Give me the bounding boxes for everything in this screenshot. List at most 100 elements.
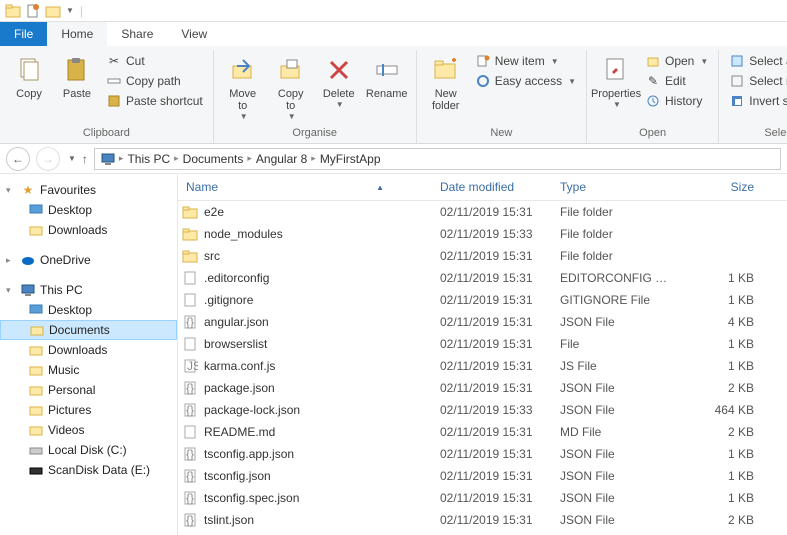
- svg-text:{}: {}: [186, 315, 194, 329]
- list-item[interactable]: {}package.json 02/11/2019 15:31 JSON Fil…: [178, 377, 787, 399]
- new-item-icon: [475, 53, 491, 69]
- chevron-right-icon[interactable]: ▸: [119, 153, 124, 164]
- breadcrumb-item[interactable]: Documents: [181, 152, 246, 166]
- list-item[interactable]: {}tsconfig.json 02/11/2019 15:31 JSON Fi…: [178, 465, 787, 487]
- tree-item[interactable]: Videos: [0, 420, 177, 440]
- list-item[interactable]: .gitignore 02/11/2019 15:31 GITIGNORE Fi…: [178, 289, 787, 311]
- list-item[interactable]: node_modules 02/11/2019 15:33 File folde…: [178, 223, 787, 245]
- move-to-button[interactable]: Move to▼: [220, 50, 266, 125]
- tree-item-downloads[interactable]: Downloads: [0, 220, 177, 240]
- back-button[interactable]: ←: [6, 147, 30, 171]
- list-item[interactable]: JSkarma.conf.js 02/11/2019 15:31 JS File…: [178, 355, 787, 377]
- rename-icon: [371, 54, 403, 86]
- folder-icon: [4, 2, 22, 20]
- select-none-button[interactable]: Select none: [725, 72, 787, 90]
- new-item-button[interactable]: New item▼: [471, 52, 580, 70]
- list-item[interactable]: browserslist 02/11/2019 15:31 File 1 KB: [178, 333, 787, 355]
- column-type[interactable]: Type: [552, 174, 682, 200]
- copy-icon: [13, 54, 45, 86]
- chevron-right-icon[interactable]: ▸: [247, 153, 252, 164]
- chevron-right-icon[interactable]: ▸: [174, 153, 179, 164]
- folder-qat-icon[interactable]: [44, 2, 62, 20]
- list-item[interactable]: {}tsconfig.spec.json 02/11/2019 15:31 JS…: [178, 487, 787, 509]
- edit-button[interactable]: ✎Edit: [641, 72, 712, 90]
- tree-thispc[interactable]: ▾This PC: [0, 280, 177, 300]
- copy-to-button[interactable]: Copy to▼: [268, 50, 314, 125]
- easy-access-icon: [475, 73, 491, 89]
- cloud-icon: [20, 252, 36, 268]
- list-item[interactable]: src 02/11/2019 15:31 File folder: [178, 245, 787, 267]
- select-all-button[interactable]: Select all: [725, 52, 787, 70]
- item-icon: [28, 402, 44, 418]
- breadcrumb-item[interactable]: MyFirstApp: [318, 152, 383, 166]
- history-button[interactable]: History: [641, 92, 712, 110]
- chevron-down-icon: ▾: [6, 285, 16, 296]
- list-item[interactable]: README.md 02/11/2019 15:31 MD File 2 KB: [178, 421, 787, 443]
- tree-item[interactable]: Documents: [0, 320, 177, 340]
- invert-selection-button[interactable]: Invert selection: [725, 92, 787, 110]
- breadcrumb-item[interactable]: This PC: [125, 152, 172, 166]
- json-icon: {}: [182, 380, 198, 396]
- item-icon: [28, 362, 44, 378]
- tree-item-desktop[interactable]: Desktop: [0, 200, 177, 220]
- path-icon: [106, 73, 122, 89]
- pc-icon: [99, 150, 117, 168]
- tree-item[interactable]: Downloads: [0, 340, 177, 360]
- svg-text:JS: JS: [187, 359, 198, 373]
- list-item[interactable]: {}package-lock.json 02/11/2019 15:33 JSO…: [178, 399, 787, 421]
- tab-home[interactable]: Home: [47, 22, 107, 46]
- open-button[interactable]: Open▼: [641, 52, 712, 70]
- tree-item[interactable]: ScanDisk Data (E:): [0, 460, 177, 480]
- item-icon: [28, 442, 44, 458]
- copy-path-button[interactable]: Copy path: [102, 72, 207, 90]
- column-size[interactable]: Size: [682, 174, 762, 200]
- chevron-down-icon: ▼: [700, 57, 708, 66]
- tree-onedrive[interactable]: ▸OneDrive: [0, 250, 177, 270]
- select-all-icon: [729, 53, 745, 69]
- chevron-down-icon: ▼: [551, 57, 559, 66]
- properties-button[interactable]: Properties▼: [593, 50, 639, 113]
- ribbon-group-open: Properties▼ Open▼ ✎Edit History Open: [587, 50, 719, 143]
- easy-access-button[interactable]: Easy access▼: [471, 72, 580, 90]
- list-item[interactable]: {}angular.json 02/11/2019 15:31 JSON Fil…: [178, 311, 787, 333]
- copy-button[interactable]: Copy: [6, 50, 52, 104]
- copy-to-icon: [275, 54, 307, 86]
- open-icon: [645, 53, 661, 69]
- tree-item[interactable]: Music: [0, 360, 177, 380]
- chevron-right-icon[interactable]: ▸: [311, 153, 316, 164]
- tab-file[interactable]: File: [0, 22, 47, 46]
- svg-text:{}: {}: [186, 403, 194, 417]
- new-folder-icon: [430, 54, 462, 86]
- list-item[interactable]: .editorconfig 02/11/2019 15:31 EDITORCON…: [178, 267, 787, 289]
- paste-button[interactable]: Paste: [54, 50, 100, 104]
- tree-favourites[interactable]: ▾★Favourites: [0, 180, 177, 200]
- file-list: Name▲ Date modified Type Size e2e 02/11/…: [178, 174, 787, 535]
- column-date[interactable]: Date modified: [432, 174, 552, 200]
- up-button[interactable]: ↑: [82, 152, 88, 166]
- tree-item[interactable]: Local Disk (C:): [0, 440, 177, 460]
- tree-item[interactable]: Personal: [0, 380, 177, 400]
- recent-locations-dropdown[interactable]: ▼: [68, 154, 76, 163]
- column-name[interactable]: Name▲: [178, 174, 432, 200]
- scissors-icon: ✂: [106, 53, 122, 69]
- tab-view[interactable]: View: [167, 22, 221, 46]
- forward-button[interactable]: →: [36, 147, 60, 171]
- delete-button[interactable]: Delete▼: [316, 50, 362, 113]
- new-folder-button[interactable]: New folder: [423, 50, 469, 116]
- cut-button[interactable]: ✂Cut: [102, 52, 207, 70]
- tree-item[interactable]: Desktop: [0, 300, 177, 320]
- list-item[interactable]: e2e 02/11/2019 15:31 File folder: [178, 201, 787, 223]
- chevron-down-icon: ▼: [240, 112, 248, 121]
- list-item[interactable]: {}tslint.json 02/11/2019 15:31 JSON File…: [178, 509, 787, 531]
- json-icon: {}: [182, 468, 198, 484]
- breadcrumb[interactable]: ▸ This PC ▸ Documents ▸ Angular 8 ▸ MyFi…: [94, 148, 781, 170]
- rename-button[interactable]: Rename: [364, 50, 410, 104]
- chevron-down-icon[interactable]: ▼: [66, 6, 74, 15]
- list-item[interactable]: {}tsconfig.app.json 02/11/2019 15:31 JSO…: [178, 443, 787, 465]
- new-file-icon[interactable]: [24, 2, 42, 20]
- file-icon: [182, 270, 198, 286]
- tree-item[interactable]: Pictures: [0, 400, 177, 420]
- tab-share[interactable]: Share: [107, 22, 167, 46]
- breadcrumb-item[interactable]: Angular 8: [254, 152, 309, 166]
- paste-shortcut-button[interactable]: Paste shortcut: [102, 92, 207, 110]
